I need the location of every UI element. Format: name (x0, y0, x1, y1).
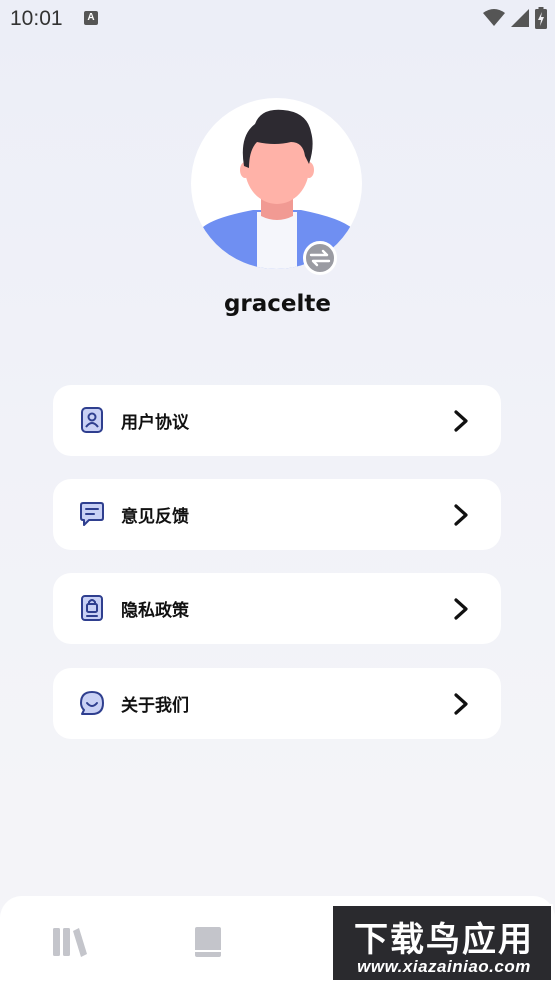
watermark-title: 下载鸟应用 (354, 920, 534, 960)
status-icons (483, 7, 547, 29)
menu-item-about-us[interactable]: 关于我们 (53, 668, 501, 739)
signal-icon (511, 9, 529, 27)
wifi-icon (483, 9, 505, 26)
chevron-right-icon (454, 410, 468, 432)
status-time: 10:01 (10, 7, 63, 30)
menu-label: 用户协议 (121, 413, 189, 433)
book-icon[interactable] (190, 926, 226, 958)
menu-label: 隐私政策 (121, 601, 189, 621)
watermark-url: www.xiazainiao.com (357, 957, 531, 976)
chevron-right-icon (454, 693, 468, 715)
battery-charging-icon (535, 7, 547, 29)
avatar-container[interactable] (191, 98, 362, 275)
about-chat-icon (80, 691, 104, 715)
menu-label: 意见反馈 (121, 507, 189, 527)
avatar[interactable] (191, 98, 362, 269)
watermark-logo: 下载鸟应用 www.xiazainiao.com (331, 904, 553, 982)
switch-account-icon[interactable] (303, 241, 337, 275)
chevron-right-icon (454, 504, 468, 526)
feedback-icon (80, 502, 104, 526)
avatar-illustration (191, 109, 362, 269)
status-bar: 10:01 A (0, 0, 555, 38)
keyboard-a-icon: A (84, 11, 98, 25)
chevron-right-icon (454, 598, 468, 620)
username: gracelte (223, 291, 332, 317)
menu-item-user-agreement[interactable]: 用户协议 (53, 385, 501, 456)
user-agreement-icon (81, 407, 103, 433)
menu-item-feedback[interactable]: 意见反馈 (53, 479, 501, 550)
menu-item-privacy-policy[interactable]: 隐私政策 (53, 573, 501, 644)
menu-label: 关于我们 (121, 696, 189, 716)
privacy-lock-icon (81, 595, 103, 621)
bookshelf-icon[interactable] (52, 926, 88, 958)
